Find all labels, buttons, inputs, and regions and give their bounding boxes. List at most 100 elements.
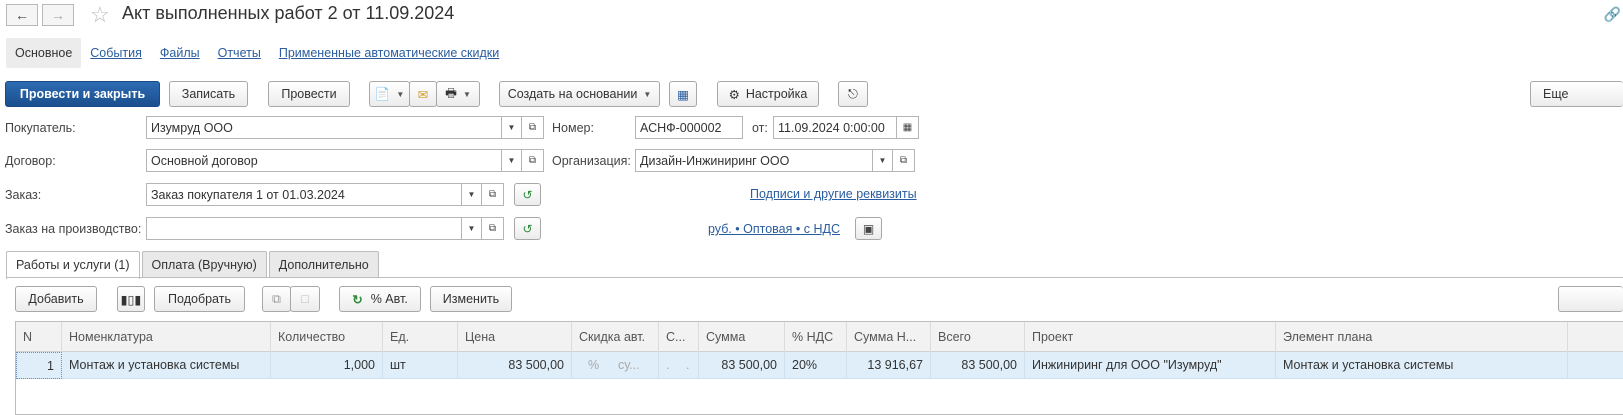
misc-cell-a[interactable]: .: [659, 352, 679, 379]
production-order-dropdown-button[interactable]: ▼: [462, 217, 482, 240]
order-open-button[interactable]: ⧉: [482, 183, 504, 206]
settings-label: Настройка: [745, 87, 808, 101]
document-tabs: Работы и услуги (1) Оплата (Вручную) Доп…: [6, 251, 381, 279]
signatures-link[interactable]: Подписи и другие реквизиты: [750, 187, 917, 201]
chevron-down-icon: ▼: [467, 224, 476, 233]
chevron-down-icon: ▼: [507, 123, 516, 132]
column-header[interactable]: Элемент плана: [1276, 322, 1568, 352]
column-header[interactable]: Всего: [931, 322, 1025, 352]
link-icon[interactable]: 🔗: [1604, 6, 1621, 23]
tab-files[interactable]: Файлы: [151, 38, 209, 68]
column-header[interactable]: Сумма: [699, 322, 785, 352]
price-type-link[interactable]: руб. • Оптовая • с НДС: [708, 222, 840, 236]
order-dropdown-button[interactable]: ▼: [462, 183, 482, 206]
page-title: Акт выполненных работ 2 от 11.09.2024: [122, 3, 455, 23]
discount-pct-cell[interactable]: %: [572, 352, 612, 379]
open-icon: ⧉: [528, 155, 537, 166]
organization-dropdown-button[interactable]: ▼: [873, 149, 893, 172]
document-menu-button[interactable]: 📄 ▼: [369, 81, 410, 107]
tab-reports[interactable]: Отчеты: [209, 38, 270, 68]
misc-cell-b[interactable]: .: [679, 352, 699, 379]
tab-events[interactable]: События: [81, 38, 151, 68]
column-header[interactable]: Номенклатура: [62, 322, 271, 352]
tab-additional[interactable]: Дополнительно: [268, 251, 379, 278]
buyer-open-button[interactable]: ⧉: [522, 116, 544, 139]
tab-payment[interactable]: Оплата (Вручную): [141, 251, 267, 278]
order-fill-button[interactable]: ↺: [514, 183, 541, 206]
quantity-cell[interactable]: 1,000: [271, 352, 383, 379]
column-header[interactable]: Проект: [1025, 322, 1276, 352]
settings-button[interactable]: ⚙ Настройка: [717, 81, 819, 107]
number-field[interactable]: АСНФ-000002: [635, 116, 743, 139]
calendar-button[interactable]: ▦: [897, 116, 919, 139]
buyer-field[interactable]: Изумруд ООО: [146, 116, 502, 139]
production-order-fill-button[interactable]: ↺: [514, 217, 541, 240]
post-button[interactable]: Провести: [268, 81, 350, 107]
structure-icon: ▦: [677, 87, 689, 102]
row-number-cell[interactable]: 1: [16, 352, 62, 379]
forward-button[interactable]: →: [42, 4, 74, 26]
refresh-icon: ↻: [352, 292, 363, 307]
chevron-down-icon: ▼: [467, 190, 476, 199]
item-cell[interactable]: Монтаж и установка системы: [62, 352, 271, 379]
favorite-star-icon[interactable]: ☆: [90, 2, 110, 28]
organization-field[interactable]: Дизайн-Инжиниринг ООО: [635, 149, 873, 172]
total-cell[interactable]: 83 500,00: [931, 352, 1025, 379]
order-field[interactable]: Заказ покупателя 1 от 01.03.2024: [146, 183, 462, 206]
tabs-divider: [6, 277, 1623, 278]
column-header[interactable]: С...: [659, 322, 699, 352]
contract-dropdown-button[interactable]: ▼: [502, 149, 522, 172]
table-row[interactable]: 1 Монтаж и установка системы 1,000 шт 83…: [16, 352, 1623, 379]
barcode-button[interactable]: ▮▯▮: [117, 286, 145, 312]
column-header[interactable]: Цена: [458, 322, 572, 352]
table-more-button[interactable]: [1558, 286, 1623, 312]
copy-rows-button[interactable]: ⧉: [262, 286, 291, 312]
pick-button[interactable]: Подобрать: [154, 286, 245, 312]
order-label: Заказ:: [5, 188, 42, 202]
production-order-field[interactable]: [146, 217, 462, 240]
post-and-close-button[interactable]: Провести и закрыть: [5, 81, 160, 107]
vat-sum-cell[interactable]: 13 916,67: [847, 352, 931, 379]
price-settings-button[interactable]: ▣: [855, 217, 882, 240]
discount-sum-cell[interactable]: су...: [612, 352, 659, 379]
contract-field[interactable]: Основной договор: [146, 149, 502, 172]
tab-auto-discounts[interactable]: Примененные автоматические скидки: [270, 38, 508, 68]
open-icon: ⧉: [488, 223, 497, 234]
back-button[interactable]: ←: [6, 4, 38, 26]
unit-cell[interactable]: шт: [383, 352, 458, 379]
sum-cell[interactable]: 83 500,00: [699, 352, 785, 379]
save-button[interactable]: Записать: [169, 81, 248, 107]
tab-main[interactable]: Основное: [6, 38, 82, 68]
organization-label: Организация:: [552, 154, 631, 168]
column-header[interactable]: N: [16, 322, 62, 352]
vat-rate-cell[interactable]: 20%: [785, 352, 847, 379]
document-icon: 📄: [374, 86, 391, 101]
create-based-on-label: Создать на основании: [507, 87, 638, 101]
column-header[interactable]: Скидка авт.: [572, 322, 659, 352]
column-header[interactable]: Количество: [271, 322, 383, 352]
plan-element-cell[interactable]: Монтаж и установка системы: [1276, 352, 1568, 379]
auto-discount-button[interactable]: ↻ % Авт.: [339, 286, 421, 312]
contract-open-button[interactable]: ⧉: [522, 149, 544, 172]
printer-icon: 🖶: [445, 85, 457, 100]
buyer-dropdown-button[interactable]: ▼: [502, 116, 522, 139]
production-order-open-button[interactable]: ⧉: [482, 217, 504, 240]
column-header[interactable]: Ед.: [383, 322, 458, 352]
project-cell[interactable]: Инжиниринг для ООО "Изумруд": [1025, 352, 1276, 379]
add-row-button[interactable]: Добавить: [15, 286, 97, 312]
tab-works-services[interactable]: Работы и услуги (1): [6, 251, 140, 279]
chevron-down-icon: ▼: [878, 156, 887, 165]
paste-rows-button[interactable]: □: [290, 286, 320, 312]
organization-open-button[interactable]: ⧉: [893, 149, 915, 172]
structure-button[interactable]: ▦: [669, 81, 697, 107]
date-field[interactable]: 11.09.2024 0:00:00: [773, 116, 897, 139]
print-button[interactable]: 🖶 ▼: [436, 81, 480, 107]
column-header[interactable]: Сумма Н...: [847, 322, 931, 352]
stamp-button[interactable]: ⎋: [838, 81, 868, 107]
column-header[interactable]: % НДС: [785, 322, 847, 352]
email-button[interactable]: ✉: [409, 81, 437, 107]
change-button[interactable]: Изменить: [430, 286, 512, 312]
price-cell[interactable]: 83 500,00: [458, 352, 572, 379]
create-based-on-button[interactable]: Создать на основании ▼: [499, 81, 660, 107]
more-button[interactable]: Еще: [1530, 81, 1623, 107]
